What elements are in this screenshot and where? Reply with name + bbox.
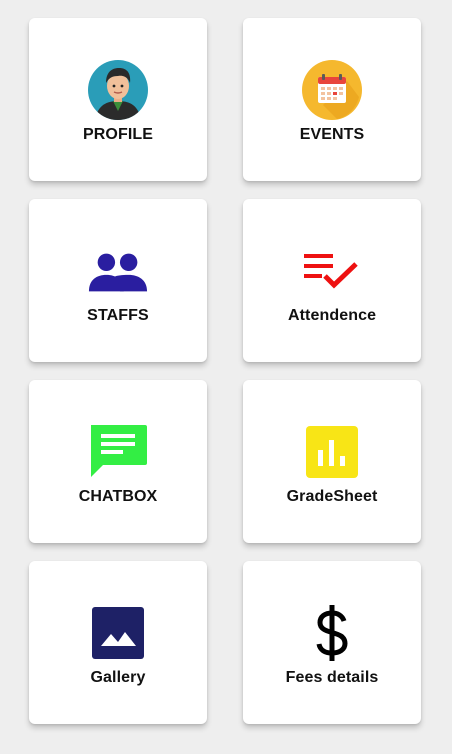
dollar-icon [301, 602, 363, 664]
fees-details-label: Fees details [285, 669, 379, 686]
bar-chart-icon [301, 421, 363, 483]
gallery-tile[interactable]: Gallery [29, 561, 207, 724]
staffs-tile[interactable]: STAFFS [29, 199, 207, 362]
chatbox-tile[interactable]: CHATBOX [29, 380, 207, 543]
profile-avatar-icon [87, 59, 149, 121]
people-icon [87, 240, 149, 302]
image-icon [87, 602, 149, 664]
chat-bubble-icon [87, 421, 149, 483]
profile-tile[interactable]: PROFILE [29, 18, 207, 181]
checklist-icon [301, 240, 363, 302]
gradesheet-label: GradeSheet [286, 488, 378, 505]
events-tile[interactable]: EVENTS [243, 18, 421, 181]
dashboard-grid: PROFILE EVENTS STAFFS Attendence CHATBOX… [0, 0, 452, 754]
chatbox-label: CHATBOX [78, 488, 158, 505]
attendence-label: Attendence [287, 307, 377, 324]
events-label: EVENTS [299, 126, 365, 143]
gradesheet-tile[interactable]: GradeSheet [243, 380, 421, 543]
fees-details-tile[interactable]: Fees details [243, 561, 421, 724]
gallery-label: Gallery [90, 669, 146, 686]
calendar-icon [301, 59, 363, 121]
profile-label: PROFILE [82, 126, 154, 143]
staffs-label: STAFFS [87, 307, 149, 324]
attendence-tile[interactable]: Attendence [243, 199, 421, 362]
